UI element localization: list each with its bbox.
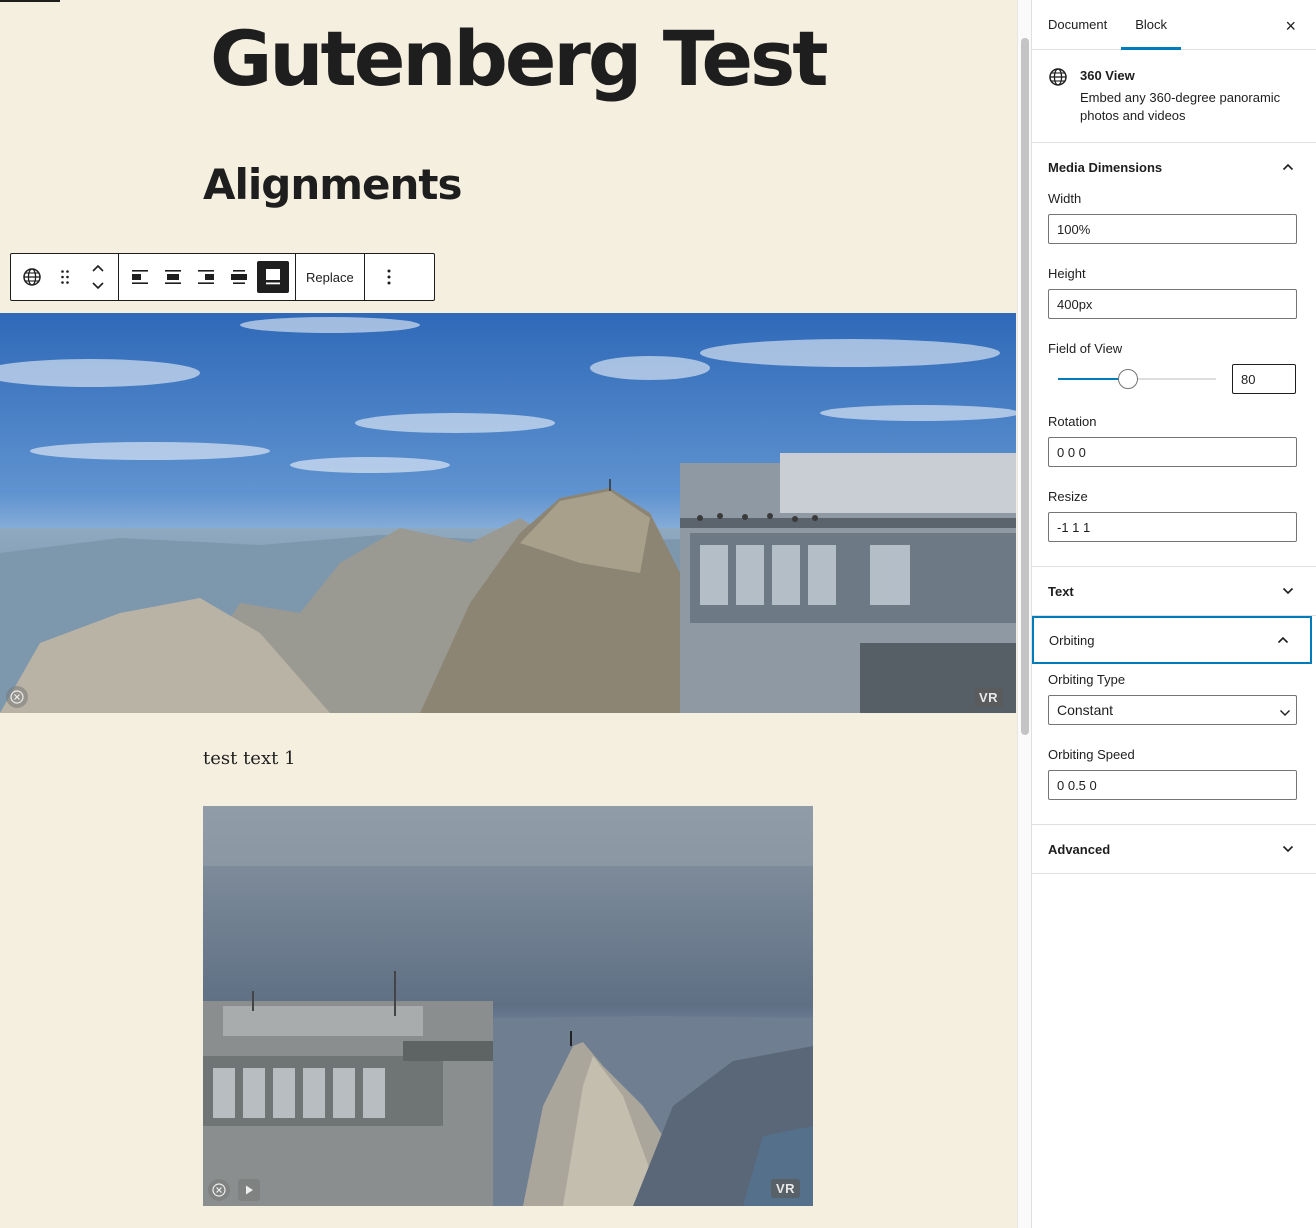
panel-title: Orbiting <box>1049 632 1095 648</box>
resize-label: Resize <box>1048 489 1088 504</box>
replace-group: Replace <box>296 254 365 300</box>
block-description: Embed any 360-degree panoramic photos an… <box>1080 90 1281 123</box>
scrollbar-thumb[interactable] <box>1021 38 1029 735</box>
orbiting-type-label: Orbiting Type <box>1048 672 1126 687</box>
panel-advanced: Advanced <box>1032 825 1316 874</box>
align-left-icon[interactable] <box>123 259 156 295</box>
panel-media-dimensions: Media Dimensions Width Height Field of V… <box>1032 143 1316 567</box>
panorama-viewer[interactable]: VR <box>0 313 1016 713</box>
stop-orbit-icon[interactable] <box>6 686 28 708</box>
align-center-icon[interactable] <box>156 259 189 295</box>
panel-orbiting-body: Orbiting Type Constant Orbiting Speed <box>1032 664 1316 824</box>
globe-icon <box>1048 66 1080 126</box>
more-options-group <box>365 254 413 300</box>
orbiting-speed-input[interactable] <box>1048 770 1297 800</box>
block-card: 360 View Embed any 360-degree panoramic … <box>1032 50 1316 143</box>
fov-slider[interactable] <box>1058 364 1216 394</box>
vr-button-2[interactable]: VR <box>771 1179 801 1198</box>
tab-block[interactable]: Block <box>1121 0 1181 50</box>
chevron-down-icon <box>1279 704 1291 722</box>
chevron-down-icon <box>1276 845 1300 853</box>
fov-number-input[interactable]: 80 <box>1232 364 1296 394</box>
move-up-down-icon[interactable] <box>81 259 114 295</box>
tab-document[interactable]: Document <box>1034 0 1121 49</box>
block-name: 360 View <box>1080 68 1135 83</box>
rotation-label: Rotation <box>1048 414 1097 429</box>
height-input[interactable] <box>1048 289 1297 319</box>
panel-media-dimensions-toggle[interactable]: Media Dimensions <box>1032 143 1316 191</box>
width-input[interactable] <box>1048 214 1297 244</box>
panel-title: Advanced <box>1048 841 1111 857</box>
stop-orbit-icon-2[interactable] <box>208 1179 230 1201</box>
globe-icon[interactable] <box>15 259 48 295</box>
block-switcher-group <box>11 254 119 300</box>
sidebar-tabs: Document Block × <box>1032 0 1316 50</box>
align-right-icon[interactable] <box>189 259 222 295</box>
chevron-up-icon <box>1271 636 1295 644</box>
width-label: Width <box>1048 191 1082 206</box>
editor-scrollbar[interactable] <box>1017 0 1031 1228</box>
orbiting-type-select[interactable]: Constant <box>1048 695 1300 725</box>
close-icon[interactable]: × <box>1285 16 1296 37</box>
panel-title: Text <box>1048 583 1074 599</box>
block-toolbar: Replace <box>10 253 435 301</box>
panorama-image-2 <box>203 806 813 1206</box>
more-options-icon[interactable] <box>372 259 405 295</box>
chevron-down-icon <box>1276 587 1300 595</box>
drag-handle-icon[interactable] <box>48 259 81 295</box>
panel-orbiting-toggle[interactable]: Orbiting <box>1032 616 1312 664</box>
panel-media-dimensions-body: Width Height Field of View 80 <box>1032 191 1316 566</box>
chevron-up-icon <box>1276 163 1300 171</box>
vr-button[interactable]: VR <box>974 688 1004 707</box>
replace-button[interactable]: Replace <box>296 254 364 300</box>
resize-input[interactable] <box>1048 512 1297 542</box>
rotation-input[interactable] <box>1048 437 1297 467</box>
panel-text-toggle[interactable]: Text <box>1032 567 1316 615</box>
align-wide-icon[interactable] <box>222 259 255 295</box>
panel-advanced-toggle[interactable]: Advanced <box>1032 825 1316 873</box>
play-icon[interactable] <box>238 1179 260 1201</box>
fov-slider-thumb[interactable] <box>1117 369 1138 389</box>
orbiting-type-value[interactable]: Constant <box>1048 695 1297 725</box>
settings-sidebar: Document Block × 360 View Embed any 360-… <box>1031 0 1316 1228</box>
panel-title: Media Dimensions <box>1048 159 1163 175</box>
alignment-group <box>119 254 296 300</box>
post-title[interactable]: Gutenberg Test <box>210 14 829 103</box>
orbiting-speed-label: Orbiting Speed <box>1048 747 1135 762</box>
paragraph-block[interactable]: test text 1 <box>203 748 296 769</box>
panel-text: Text <box>1032 567 1316 616</box>
panorama-image <box>0 313 1016 713</box>
height-label: Height <box>1048 266 1086 281</box>
align-full-width-icon[interactable] <box>257 261 289 293</box>
fov-label: Field of View <box>1048 341 1123 356</box>
panorama-viewer-2[interactable]: VR <box>203 806 813 1206</box>
panel-orbiting: Orbiting Orbiting Type Constant Orbiting… <box>1032 616 1316 825</box>
top-indicator <box>0 0 60 2</box>
heading-block[interactable]: Alignments <box>203 160 462 209</box>
editor-canvas: Gutenberg Test Alignments Replace VR tes… <box>0 0 1017 1228</box>
